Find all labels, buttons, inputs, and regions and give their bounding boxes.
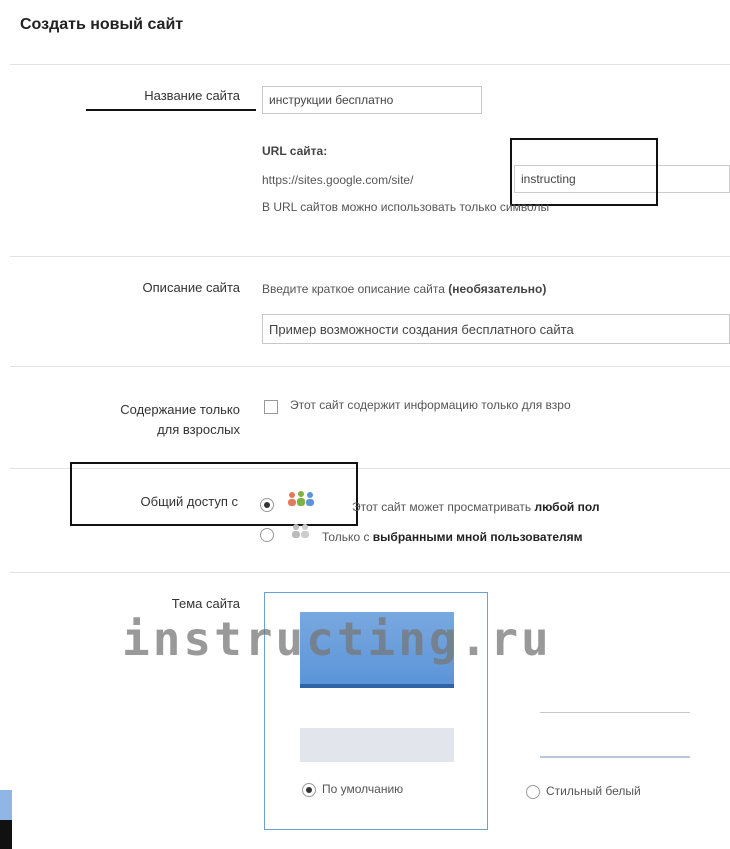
description-hint: Введите краткое описание сайта (необязат… (262, 282, 546, 296)
theme-option-default-label: По умолчанию (322, 782, 404, 796)
watermark: instructing.ru (122, 612, 552, 666)
sharing-label: Общий доступ с (140, 494, 238, 509)
theme-label: Тема сайта (171, 596, 240, 611)
site-name-input[interactable]: инструкции бесплатно (262, 86, 482, 114)
description-input[interactable]: Пример возможности создания бесплатного … (262, 314, 730, 344)
adult-checkbox[interactable] (264, 400, 278, 414)
url-hint: В URL сайтов можно использовать только с… (262, 200, 550, 214)
sharing-radio-public[interactable] (260, 498, 274, 512)
sharing-option2-text: Только с выбранными мной пользователям (322, 530, 583, 544)
corner-decoration-dark (0, 820, 12, 849)
theme-white-preview-line (540, 756, 690, 758)
divider (10, 256, 730, 257)
theme-radio-default[interactable] (302, 783, 316, 797)
site-name-label: Название сайта (144, 88, 240, 103)
label-underline-annotation (86, 109, 256, 111)
adult-label-line2: для взрослых (157, 422, 240, 437)
people-color-icon (288, 491, 314, 506)
sharing-option1-text: Этот сайт может просматривать любой пол (352, 500, 600, 514)
divider (10, 572, 730, 573)
theme-preview-body (300, 728, 454, 762)
sharing-option1-bold: любой пол (534, 500, 600, 514)
theme-radio-white[interactable] (526, 785, 540, 799)
adult-checkbox-text: Этот сайт содержит информацию только для… (290, 398, 571, 412)
theme-option-white-label: Стильный белый (546, 784, 641, 798)
theme-white-preview-line (540, 712, 690, 713)
description-hint-text: Введите краткое описание сайта (262, 282, 449, 296)
divider (10, 64, 730, 65)
sharing-option2-plain: Только с (322, 530, 373, 544)
sharing-radio-selected-users[interactable] (260, 528, 274, 542)
adult-label-line1: Содержание только (120, 402, 240, 417)
url-prefix: https://sites.google.com/site/ (262, 173, 414, 187)
description-label: Описание сайта (142, 280, 240, 295)
annotation-box-url (510, 138, 658, 206)
theme-preview-band (300, 684, 454, 688)
people-gray-icon (292, 524, 309, 538)
sharing-option1-plain: Этот сайт может просматривать (352, 500, 535, 514)
url-heading: URL сайта: (262, 144, 328, 158)
divider (10, 366, 730, 367)
sharing-option2-bold: выбранными мной пользователям (372, 530, 583, 544)
description-hint-optional: (необязательно) (448, 282, 547, 296)
page-title: Создать новый сайт (20, 16, 184, 33)
